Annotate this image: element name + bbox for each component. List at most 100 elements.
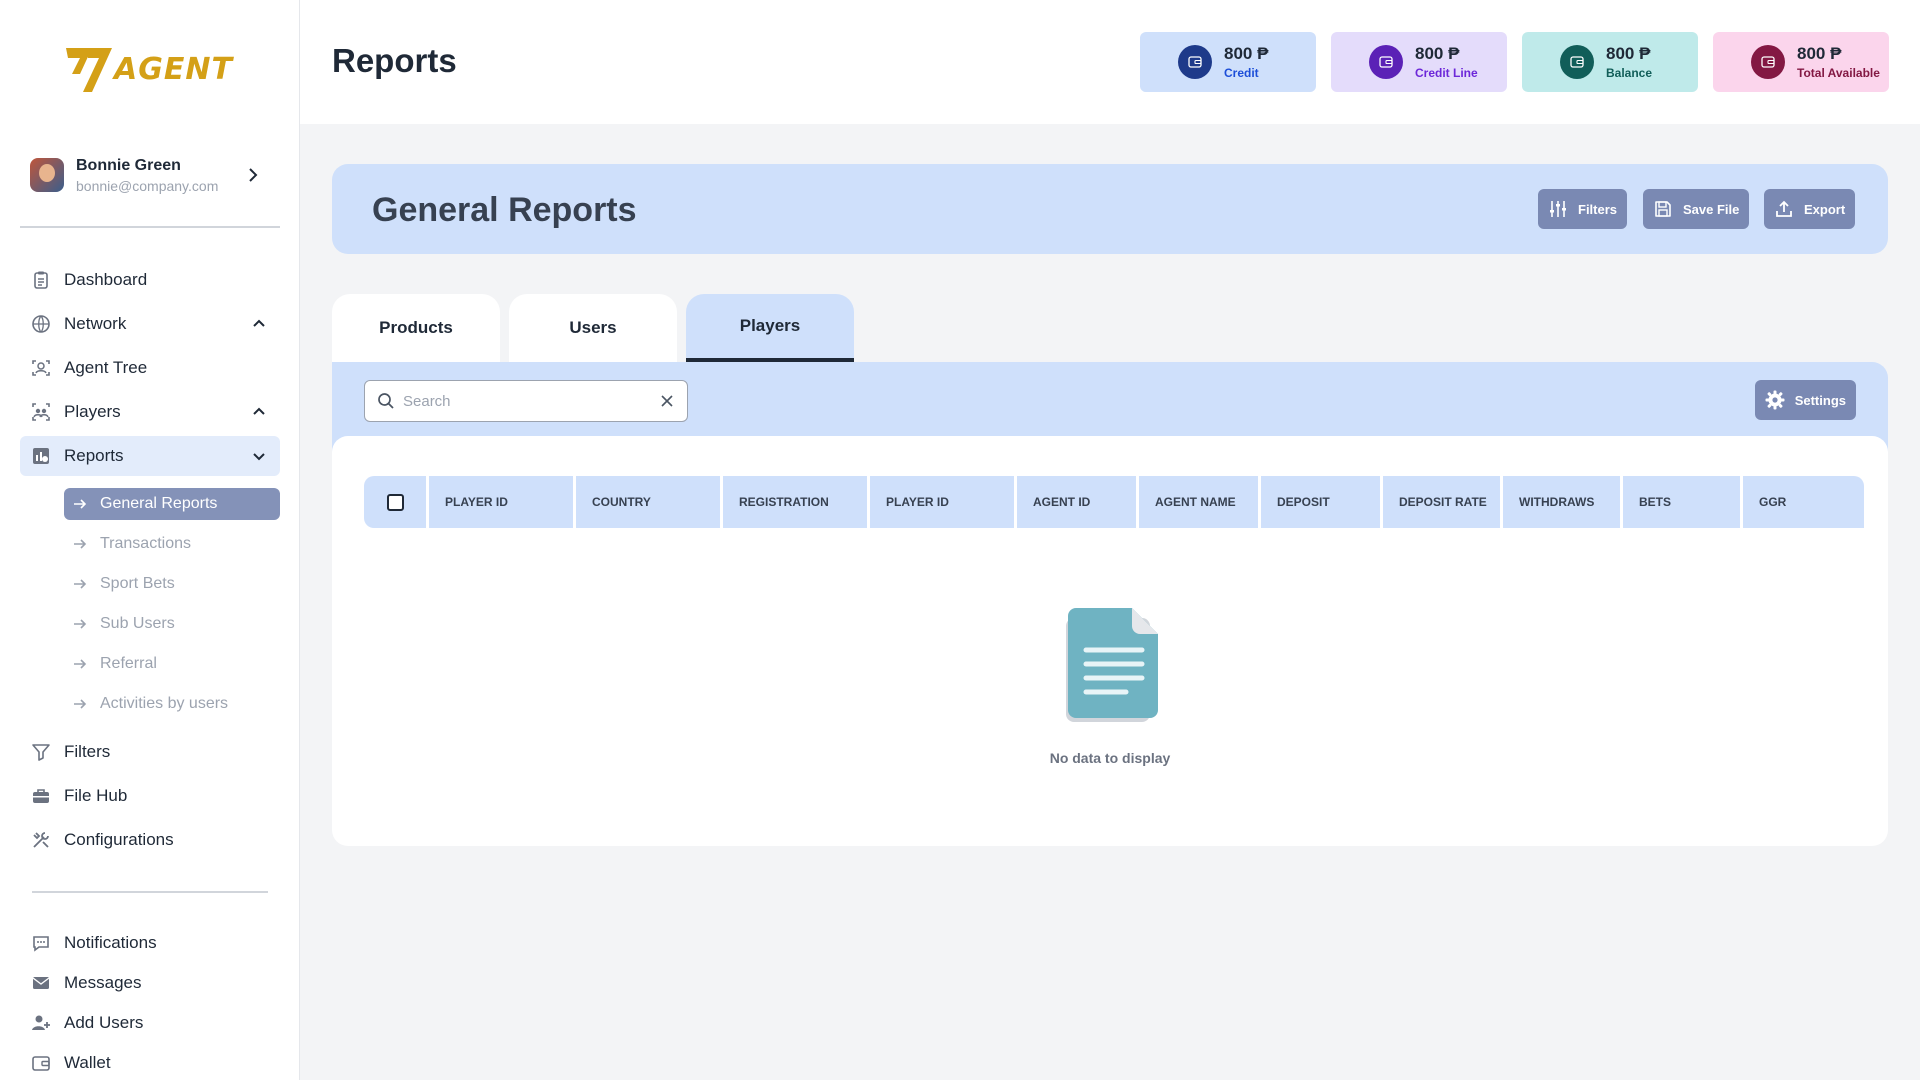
user-profile[interactable]: Bonnie Green bonnie@company.com (30, 152, 276, 198)
sidebar-item-messages[interactable]: Messages (20, 963, 280, 1003)
tab-products[interactable]: Products (332, 294, 500, 362)
submenu-item-sport-bets[interactable]: Sport Bets (64, 568, 280, 600)
column-header-deposit-rate[interactable]: DEPOSIT RATE (1383, 476, 1500, 528)
sidebar-item-players[interactable]: Players (20, 392, 280, 432)
stat-amount: 800 ₱ (1797, 44, 1842, 63)
wallet-icon (1751, 45, 1785, 79)
select-all-cell (364, 476, 426, 528)
settings-label: Settings (1794, 392, 1846, 408)
globe-icon (30, 313, 52, 335)
chevron-down-icon[interactable] (250, 447, 268, 465)
stat-credit[interactable]: 800 ₱ Credit (1140, 32, 1316, 92)
tab-label: Users (569, 318, 617, 337)
banner-title: General Reports (372, 191, 637, 229)
save-file-button[interactable]: Save File (1643, 189, 1750, 229)
arrow-right-icon (72, 496, 88, 512)
sidebar-item-label: Players (64, 402, 121, 421)
page-title: Reports (332, 42, 457, 79)
scan-user-icon (30, 357, 52, 379)
wallet-icon (30, 1052, 52, 1074)
column-header-deposit[interactable]: DEPOSIT (1261, 476, 1380, 528)
column-header-country[interactable]: COUNTRY (576, 476, 720, 528)
avatar (30, 158, 64, 192)
chevron-up-icon[interactable] (250, 403, 268, 421)
arrow-right-icon (72, 536, 88, 552)
sidebar-item-filters[interactable]: Filters (20, 732, 280, 772)
chevron-right-icon (249, 168, 258, 182)
save-icon (1653, 199, 1673, 219)
submenu-item-transactions[interactable]: Transactions (64, 528, 280, 560)
sidebar-item-label: Notifications (64, 933, 157, 952)
column-header-player-id[interactable]: PLAYER ID (429, 476, 573, 528)
submenu-item-label: Referral (100, 655, 157, 672)
divider (20, 226, 280, 228)
column-header-ggr[interactable]: GGR (1743, 476, 1864, 528)
tab-users[interactable]: Users (509, 294, 677, 362)
column-header-agent-id[interactable]: AGENT ID (1017, 476, 1136, 528)
submenu-item-referral[interactable]: Referral (64, 648, 280, 680)
sidebar-item-dashboard[interactable]: Dashboard (20, 260, 280, 300)
stat-label: Balance (1606, 66, 1653, 80)
logo[interactable]: AGENT (62, 44, 242, 98)
save-file-label: Save File (1683, 201, 1740, 217)
secondary-nav: Filters File Hub Configurations (20, 732, 280, 864)
sliders-icon (1548, 199, 1568, 219)
export-button[interactable]: Export (1764, 189, 1856, 229)
user-plus-icon (30, 1012, 52, 1034)
select-all-checkbox[interactable] (386, 493, 404, 511)
column-header-registration[interactable]: REGISTRATION (723, 476, 867, 528)
sidebar: AGENT Bonnie Green bonnie@company.com Da… (0, 0, 300, 1080)
submenu-item-general-reports[interactable]: General Reports (64, 488, 280, 520)
filters-button[interactable]: Filters (1538, 189, 1628, 229)
column-header-withdraws[interactable]: WITHDRAWS (1503, 476, 1620, 528)
close-icon[interactable] (659, 393, 675, 409)
table-header: PLAYER ID COUNTRY REGISTRATION PLAYER ID… (364, 476, 1864, 528)
sidebar-item-agent-tree[interactable]: Agent Tree (20, 348, 280, 388)
submenu-item-activities-by-users[interactable]: Activities by users (64, 688, 280, 720)
stat-label: Credit Line (1415, 66, 1478, 80)
tools-icon (30, 829, 52, 851)
main-nav: Dashboard Network Agent Tree Players Rep… (20, 260, 280, 480)
sidebar-item-wallet[interactable]: Wallet (20, 1043, 280, 1080)
column-header-bets[interactable]: BETS (1623, 476, 1740, 528)
arrow-right-icon (72, 656, 88, 672)
sidebar-item-label: Agent Tree (64, 358, 148, 377)
stat-balance[interactable]: 800 ₱ Balance (1522, 32, 1698, 92)
user-email: bonnie@company.com (76, 177, 219, 194)
sidebar-item-reports[interactable]: Reports (20, 436, 280, 476)
sidebar-item-label: Dashboard (64, 270, 148, 289)
top-header: Reports 800 ₱ Credit 800 ₱ Credit Line 8… (300, 0, 1920, 124)
bottom-nav: Notifications Messages Add Users Wallet (20, 923, 280, 1080)
sidebar-item-label: Network (64, 314, 127, 333)
arrow-right-icon (72, 576, 88, 592)
column-header-player-id[interactable]: PLAYER ID (870, 476, 1014, 528)
submenu-item-label: Sub Users (100, 615, 175, 632)
sidebar-item-label: Add Users (64, 1013, 144, 1032)
gear-icon (1765, 390, 1785, 410)
stat-total-available[interactable]: 800 ₱ Total Available (1713, 32, 1889, 92)
sidebar-item-add-users[interactable]: Add Users (20, 1003, 280, 1043)
settings-button[interactable]: Settings (1754, 380, 1856, 420)
chevron-up-icon[interactable] (250, 315, 268, 333)
sidebar-item-network[interactable]: Network (20, 304, 280, 344)
wallet-icon (1369, 45, 1403, 79)
filter-icon (30, 741, 52, 763)
report-banner: General Reports Filters Save File Export (332, 164, 1888, 254)
tab-label: Players (739, 316, 801, 335)
stat-credit-line[interactable]: 800 ₱ Credit Line (1331, 32, 1507, 92)
logo-text: AGENT (114, 52, 233, 87)
search-input[interactable] (403, 392, 643, 410)
submenu-item-sub-users[interactable]: Sub Users (64, 608, 280, 640)
upload-icon (1774, 199, 1794, 219)
tab-players[interactable]: Players (686, 294, 854, 362)
sidebar-item-file-hub[interactable]: File Hub (20, 776, 280, 816)
column-header-agent-name[interactable]: AGENT NAME (1139, 476, 1258, 528)
logo-mark-icon (66, 48, 112, 92)
sidebar-item-notifications[interactable]: Notifications (20, 923, 280, 963)
wallet-icon (1178, 45, 1212, 79)
empty-state-text: No data to display (1049, 750, 1171, 766)
stat-amount: 800 ₱ (1606, 44, 1651, 63)
clipboard-icon (30, 269, 52, 291)
sidebar-item-configurations[interactable]: Configurations (20, 820, 280, 860)
submenu-item-label: General Reports (100, 495, 218, 512)
